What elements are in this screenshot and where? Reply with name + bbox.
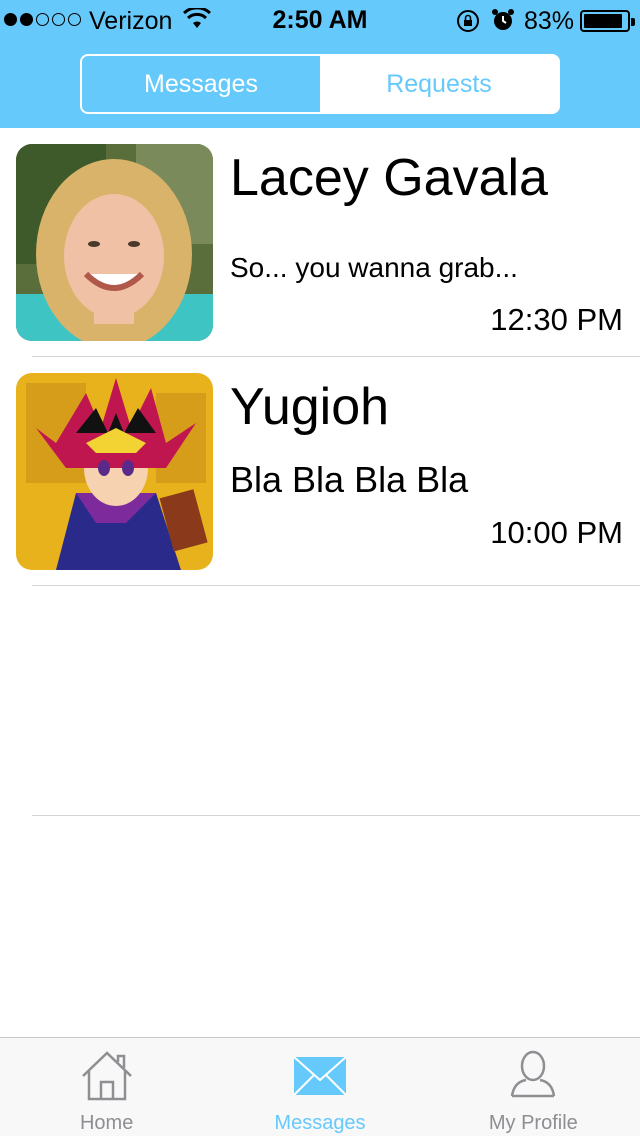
avatar [16, 373, 213, 570]
envelope-icon [293, 1056, 347, 1096]
message-time: 12:30 PM [490, 302, 623, 337]
tab-requests-segment[interactable]: Requests [320, 56, 558, 112]
header: Verizon 2:50 AM 83% Messages Requests [0, 0, 640, 128]
status-bar: Verizon 2:50 AM 83% [0, 0, 640, 40]
tab-messages-label: Messages [274, 1112, 366, 1134]
tab-home[interactable]: Home [0, 1038, 213, 1136]
tab-messages[interactable]: Messages [213, 1038, 426, 1136]
alarm-icon [491, 8, 515, 39]
tab-profile[interactable]: My Profile [427, 1038, 640, 1136]
tab-profile-label: My Profile [488, 1112, 578, 1134]
message-row[interactable]: Yugioh Bla Bla Bla Bla 10:00 PM [0, 357, 640, 586]
tab-messages-segment[interactable]: Messages [82, 56, 320, 112]
battery-percentage: 83% [524, 7, 575, 35]
message-time: 10:00 PM [490, 515, 623, 550]
message-preview: So... you wanna grab... [230, 252, 518, 283]
rotation-lock-icon [456, 9, 480, 40]
home-icon [81, 1051, 132, 1101]
profile-icon [511, 1050, 556, 1098]
message-preview: Bla Bla Bla Bla [230, 459, 469, 500]
message-list: Lacey Gavala So... you wanna grab... 12:… [0, 128, 640, 816]
segmented-control: Messages Requests [80, 54, 560, 114]
empty-row [0, 586, 640, 816]
battery-icon [580, 10, 635, 32]
contact-name: Yugioh [230, 378, 390, 436]
message-row[interactable]: Lacey Gavala So... you wanna grab... 12:… [0, 128, 640, 357]
tab-home-label: Home [79, 1112, 134, 1134]
tab-bar: Home Messages My Profile [0, 1037, 640, 1136]
row-separator [32, 815, 640, 816]
contact-name: Lacey Gavala [230, 149, 548, 207]
avatar [16, 144, 213, 341]
screen: Verizon 2:50 AM 83% Messages Requests La… [0, 0, 640, 1136]
